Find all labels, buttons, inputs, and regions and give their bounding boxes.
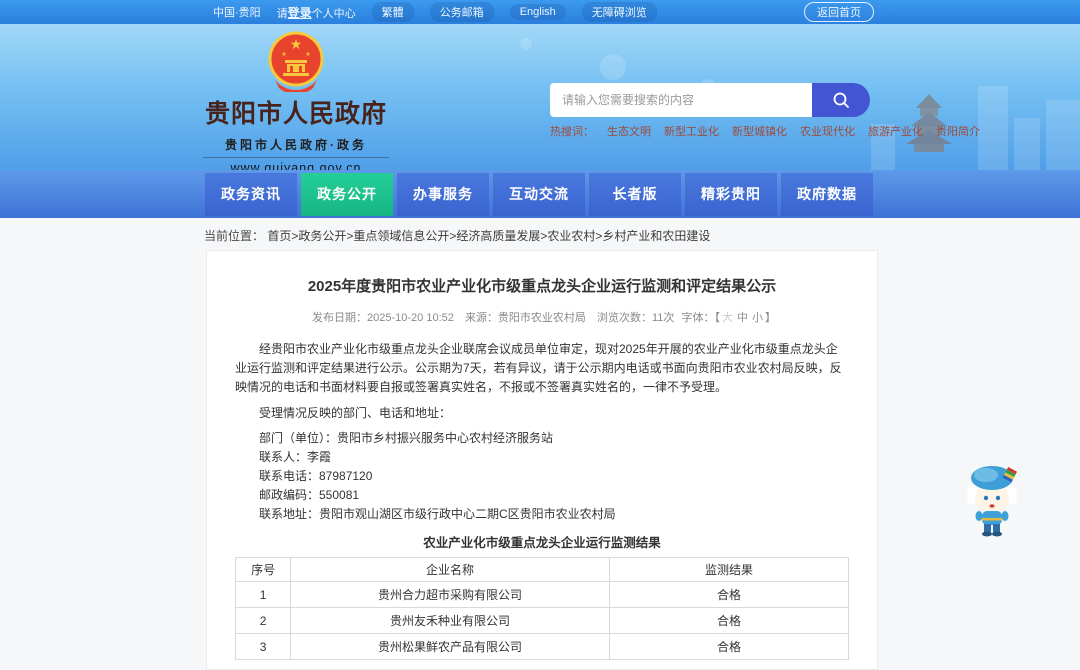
hot-word-link[interactable]: 农业现代化 [800, 123, 855, 139]
traditional-chinese-link[interactable]: 繁體 [371, 2, 414, 22]
bokeh-decoration [600, 54, 626, 80]
hot-word-link[interactable]: 旅游产业化 [868, 123, 923, 139]
mascot-assistant-widget[interactable] [960, 456, 1024, 540]
cell-index: 2 [234, 607, 292, 634]
col-header-company: 企业名称 [290, 557, 610, 582]
cell-index: 3 [234, 633, 292, 660]
site-banner: ★ ★ ★ 贵阳市人民政府 贵阳市人民政府·政务 www.guiyang.gov… [0, 24, 1080, 170]
hot-search-label: 热搜词： [550, 126, 594, 138]
cell-company: 贵州合力超市采购有限公司 [290, 581, 610, 608]
contact-postcode: 邮政编码：550081 [259, 488, 360, 502]
font-size-label-close: 】 [764, 312, 776, 324]
hot-word-link[interactable]: 生态文明 [607, 123, 651, 139]
hot-word-link[interactable]: 贵阳简介 [936, 123, 980, 139]
contact-person: 联系人：李霞 [259, 450, 332, 464]
result-table-title: 农业产业化市级重点龙头企业运行监测结果 [423, 536, 661, 550]
breadcrumb: 当前位置： 首页>政务公开>重点领域信息公开>经济高质量发展>农业农村>乡村产业… [204, 227, 710, 244]
article-body: 经贵阳市农业产业化市级重点龙头企业联席会议成员单位审定，现对2025年开展的农业… [234, 340, 850, 660]
search-button[interactable] [812, 83, 870, 117]
font-size-large-button[interactable]: 大 [722, 312, 733, 324]
nav-item-zhangzheban[interactable]: 长者版 [589, 172, 681, 216]
svg-text:★: ★ [281, 51, 286, 58]
font-size-small-button[interactable]: 小 [752, 312, 763, 324]
nav-item-zhengfu-shuju[interactable]: 政府数据 [781, 172, 873, 216]
cell-index: 1 [234, 581, 292, 608]
official-mail-link[interactable]: 公务邮箱 [429, 2, 494, 22]
cityscape-decoration [1014, 118, 1040, 170]
article-title: 2025年度贵阳市农业产业化市级重点龙头企业运行监测和评定结果公示 [307, 278, 777, 295]
article-card: 2025年度贵阳市农业产业化市级重点龙头企业运行监测和评定结果公示 发布日期：2… [206, 250, 878, 670]
english-link[interactable]: English [509, 4, 566, 20]
article-source: 来源：贵阳市农业农村局 [464, 312, 586, 324]
monitoring-result-table: 序号 企业名称 监测结果 1 贵州合力超市采购有限公司 合格 2 贵州友禾种业有… [234, 557, 850, 660]
font-size-label: 字体：【 [681, 312, 720, 324]
cell-result: 合格 [608, 607, 850, 634]
site-url: www.guiyang.gov.cn [230, 161, 362, 170]
contact-department: 部门（单位）：贵阳市乡村振兴服务中心农村经济服务站 [259, 431, 554, 445]
hot-word-link[interactable]: 新型城镇化 [732, 123, 787, 139]
breadcrumb-label: 当前位置： [204, 229, 265, 243]
hot-search-row: 热搜词： 生态文明 新型工业化 新型城镇化 农业现代化 旅游产业化 贵阳简介 [550, 123, 980, 139]
article-paragraph: 经贵阳市农业产业化市级重点龙头企业联席会议成员单位审定，现对2025年开展的农业… [235, 342, 842, 394]
national-emblem-icon: ★ ★ ★ [268, 31, 324, 92]
svg-text:★: ★ [305, 51, 310, 58]
publish-date: 发布日期：2025-10-20 10:52 [312, 312, 454, 324]
cell-company: 贵州松果鲜农产品有限公司 [290, 633, 610, 660]
site-title: 贵阳市人民政府 [204, 100, 387, 128]
article-paragraph: 受理情况反映的部门、电话和地址： [259, 406, 452, 420]
top-utility-bar: 中国·贵阳 请登录个人中心 繁體 公务邮箱 English 无障碍浏览 返回首页 [0, 0, 1080, 24]
contact-phone: 联系电话：87987120 [259, 469, 373, 483]
bokeh-decoration [520, 38, 532, 50]
search-input[interactable] [550, 83, 812, 117]
cell-result: 合格 [608, 581, 850, 608]
cell-result: 合格 [608, 633, 850, 660]
main-navigation: 政务资讯 政务公开 办事服务 互动交流 长者版 精彩贵阳 政府数据 [0, 170, 1080, 218]
col-header-result: 监测结果 [608, 557, 850, 582]
view-count: 浏览次数：11次 [597, 312, 675, 324]
table-row: 2 贵州友禾种业有限公司 合格 [234, 607, 850, 634]
article-meta: 发布日期：2025-10-20 10:52 来源：贵阳市农业农村局 浏览次数：1… [235, 309, 849, 325]
svg-text:★: ★ [290, 36, 303, 52]
col-header-index: 序号 [234, 557, 292, 582]
nav-item-jingcai-guiyang[interactable]: 精彩贵阳 [685, 172, 777, 216]
nav-item-hudong-jiaoliu[interactable]: 互动交流 [493, 172, 585, 216]
search-icon [833, 92, 849, 108]
nav-item-zhengwu-zixun[interactable]: 政务资讯 [205, 172, 297, 216]
breadcrumb-path[interactable]: 首页>政务公开>重点领域信息公开>经济高质量发展>农业农村>乡村产业和农田建设 [267, 229, 710, 243]
login-link[interactable]: 请登录个人中心 [277, 4, 356, 21]
cityscape-decoration [978, 86, 1008, 170]
nav-item-banshi-fuwu[interactable]: 办事服务 [397, 172, 489, 216]
cell-company: 贵州友禾种业有限公司 [290, 607, 610, 634]
font-size-medium-button[interactable]: 中 [737, 312, 748, 324]
nav-item-zhengwu-gongkai[interactable]: 政务公开 [301, 172, 393, 216]
site-logo[interactable]: ★ ★ ★ 贵阳市人民政府 贵阳市人民政府·政务 www.guiyang.gov… [203, 30, 389, 170]
table-header-row: 序号 企业名称 监测结果 [234, 557, 850, 582]
table-row: 3 贵州松果鲜农产品有限公司 合格 [234, 633, 850, 660]
hot-word-link[interactable]: 新型工业化 [664, 123, 719, 139]
contact-address: 联系地址：贵阳市观山湖区市级行政中心二期C区贵阳市农业农村局 [259, 507, 616, 521]
search-bar [550, 83, 870, 117]
region-link[interactable]: 中国·贵阳 [213, 4, 261, 20]
table-row: 1 贵州合力超市采购有限公司 合格 [234, 581, 850, 608]
back-to-home-button[interactable]: 返回首页 [804, 2, 874, 22]
cityscape-decoration [1046, 100, 1080, 170]
site-subtitle: 贵阳市人民政府·政务 [203, 136, 389, 158]
accessibility-link[interactable]: 无障碍浏览 [581, 2, 657, 22]
